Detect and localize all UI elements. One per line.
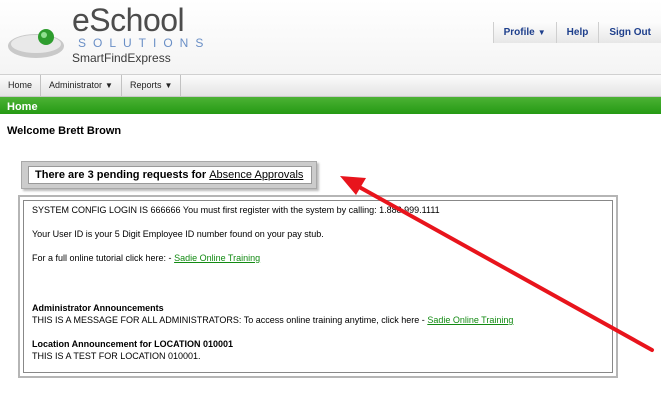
help-link[interactable]: Help [555,22,599,43]
absence-approvals-link[interactable]: Absence Approvals [209,169,303,181]
admin-announcements-heading: Administrator Announcements [32,303,164,313]
location-announcement-heading: Location Announcement for LOCATION 01000… [32,339,234,349]
menu-reports[interactable]: Reports ▼ [122,75,182,96]
top-nav: Profile ▼ Help Sign Out [492,22,661,43]
user-id-message: Your User ID is your 5 Digit Employee ID… [32,229,324,239]
menu-administrator-label: Administrator [49,80,103,90]
tutorial-text: For a full online tutorial click here: - [32,253,175,263]
pending-label: There are 3 pending requests for [35,169,210,181]
brand-product: SmartFindExpress [72,51,171,65]
messages-content: SYSTEM CONFIG LOGIN IS 666666 You must f… [23,200,613,373]
app-header: eSchool SOLUTIONS SmartFindExpress Profi… [0,0,661,75]
tutorial-message: For a full online tutorial click here: -… [32,252,604,264]
menu-administrator[interactable]: Administrator ▼ [41,75,122,96]
caret-down-icon: ▼ [164,81,173,90]
profile-menu[interactable]: Profile ▼ [492,22,556,43]
caret-down-icon: ▼ [105,81,113,90]
eschool-logo[interactable]: eSchool SOLUTIONS SmartFindExpress [6,2,203,68]
brand-name: eSchool [72,2,185,38]
admin-announcement-text: THIS IS A MESSAGE FOR ALL ADMINISTRATORS… [32,315,428,325]
sadie-training-link-admin[interactable]: Sadie Online Training [427,315,513,325]
menu-home[interactable]: Home [0,75,42,96]
breadcrumb-bar: Home [0,97,661,114]
pending-requests-text: There are 3 pending requests for Absence… [28,166,312,184]
eschool-logo-icon [8,29,64,58]
breadcrumb: Home [7,101,38,113]
sign-out-link[interactable]: Sign Out [598,22,661,43]
system-message: SYSTEM CONFIG LOGIN IS 666666 You must f… [32,205,440,215]
admin-announcement: THIS IS A MESSAGE FOR ALL ADMINISTRATORS… [32,314,604,326]
welcome-text: Welcome Brett Brown [7,125,122,137]
caret-down-icon: ▼ [537,28,546,37]
brand-sub: SOLUTIONS [78,36,211,50]
messages-panel: SYSTEM CONFIG LOGIN IS 666666 You must f… [18,195,618,378]
pending-requests-box: There are 3 pending requests for Absence… [21,161,317,189]
sadie-training-link[interactable]: Sadie Online Training [174,253,260,263]
main-menu: Home Administrator ▼ Reports ▼ [0,75,661,97]
menu-reports-label: Reports [129,80,162,90]
profile-label: Profile [503,27,535,38]
location-announcement: THIS IS A TEST FOR LOCATION 010001. [32,351,201,361]
